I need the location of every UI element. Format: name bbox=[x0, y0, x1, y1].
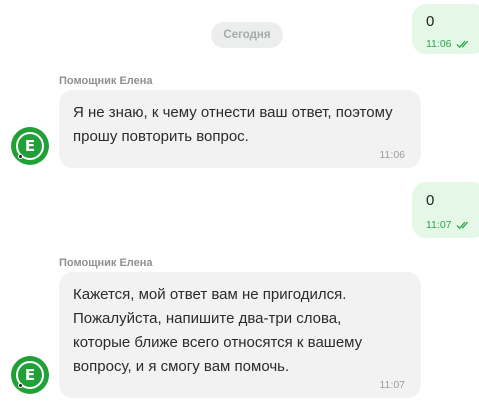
assistant-avatar-icon: Е bbox=[11, 356, 49, 394]
message-time: 11:06 bbox=[426, 38, 452, 50]
message-time: 11:07 bbox=[379, 379, 406, 391]
message-text: 0 bbox=[426, 192, 435, 209]
outgoing-message: 0 11:06 bbox=[412, 4, 479, 54]
message-meta: 11:07 bbox=[426, 219, 475, 231]
avatar-status-dot bbox=[18, 383, 23, 388]
date-divider: Сегодня bbox=[211, 22, 283, 48]
double-check-icon bbox=[456, 220, 472, 230]
incoming-message: Я не знаю, к чему отнести ваш ответ, поэ… bbox=[59, 90, 421, 168]
outgoing-message: 0 11:07 bbox=[412, 182, 479, 238]
double-check-icon bbox=[456, 39, 472, 49]
avatar-status-dot bbox=[18, 154, 23, 159]
sender-name: Помощник Елена bbox=[59, 257, 153, 269]
message-text: Кажется, мой ответ вам не пригодился. По… bbox=[73, 286, 363, 375]
sender-name: Помощник Елена bbox=[59, 75, 153, 87]
message-meta: 11:06 bbox=[426, 38, 475, 50]
message-time: 11:06 bbox=[379, 149, 406, 161]
assistant-avatar-icon: Е bbox=[11, 127, 49, 165]
message-text: 0 bbox=[426, 13, 435, 30]
incoming-message: Кажется, мой ответ вам не пригодился. По… bbox=[59, 272, 421, 398]
message-time: 11:07 bbox=[426, 219, 452, 231]
chat-window: 0 11:06 Сегодня Помощник Елена Е Я не зн… bbox=[0, 0, 479, 413]
message-text: Я не знаю, к чему отнести ваш ответ, поэ… bbox=[73, 104, 393, 145]
